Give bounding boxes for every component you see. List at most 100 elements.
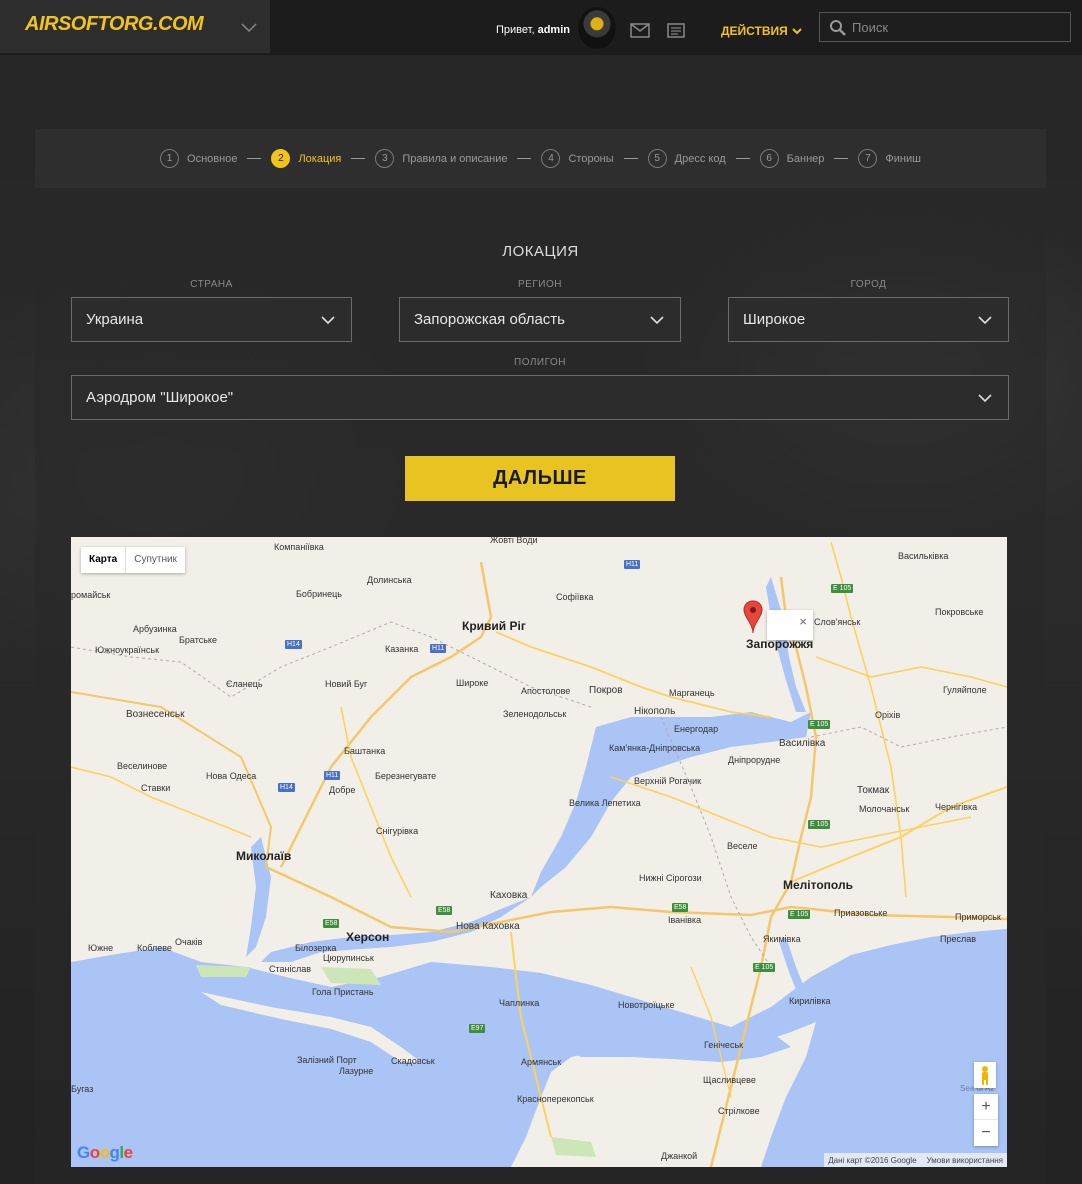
- map-label: Чаплинка: [499, 998, 540, 1008]
- map-infowindow[interactable]: ×: [767, 610, 813, 640]
- road-badge: H14: [278, 783, 295, 792]
- logo-area[interactable]: AIRSOFTORG.COM: [0, 0, 270, 53]
- step-label: Баннер: [786, 152, 825, 165]
- step-6[interactable]: 6 Баннер: [759, 149, 825, 168]
- map-label: Щасливцеве: [703, 1075, 756, 1085]
- map-label: Вознесенськ: [126, 709, 185, 720]
- map-label: Нова Одеса: [206, 771, 257, 781]
- map-label: Нова Каховка: [456, 921, 520, 932]
- polygon-select[interactable]: Аэродром "Широкое": [71, 375, 1009, 420]
- actions-menu[interactable]: ДЕЙСТВИЯ: [721, 24, 802, 38]
- map-label: Снігурівка: [376, 826, 419, 836]
- next-button[interactable]: ДАЛЬШЕ: [405, 456, 675, 501]
- step-5[interactable]: 5 Дресс код: [647, 149, 726, 168]
- terms-link[interactable]: Умови використання: [927, 1156, 1003, 1165]
- attribution-text: Дані карт ©2016 Google: [828, 1155, 917, 1165]
- map-label: Цюрупинськ: [323, 953, 374, 963]
- map-label: Коблеве: [137, 943, 172, 953]
- country-label: СТРАНА: [190, 279, 233, 290]
- zoom-in-button[interactable]: +: [974, 1094, 998, 1120]
- map-label: Нікополь: [634, 706, 676, 717]
- road-badge: E58: [323, 919, 340, 928]
- map-label: Гуляйполе: [943, 685, 987, 695]
- map-pin-icon[interactable]: [743, 600, 763, 634]
- username: admin: [537, 24, 570, 36]
- step-separator: [735, 158, 750, 159]
- map-label: Залізний Порт: [297, 1055, 357, 1065]
- city-label: ГОРОД: [850, 279, 887, 290]
- step-separator: [247, 158, 262, 159]
- city-value: Широкое: [743, 311, 806, 328]
- map-label: Василівка: [779, 738, 826, 749]
- site-logo[interactable]: AIRSOFTORG.COM: [25, 13, 204, 36]
- map-type-control[interactable]: Карта Супутник: [81, 547, 185, 573]
- road-badge: H11: [324, 771, 341, 780]
- avatar[interactable]: [578, 7, 616, 49]
- road-badge: H11: [430, 644, 447, 653]
- map-label: Компаніївка: [274, 542, 324, 552]
- map-label: Новий Буг: [325, 679, 368, 689]
- map-label: Марганець: [669, 688, 715, 698]
- map-label: Васильківка: [898, 551, 949, 561]
- map-label: Ставки: [141, 783, 171, 793]
- step-label: Основное: [187, 152, 238, 165]
- map-attribution: Дані карт ©2016 Google Умови використанн…: [824, 1153, 1007, 1167]
- step-number: 6: [759, 149, 779, 168]
- map-label: Дніпрорудне: [728, 755, 781, 765]
- chevron-down-icon: [650, 316, 664, 325]
- city-select[interactable]: Широкое: [728, 297, 1009, 342]
- map-label: Красноперекопськ: [517, 1094, 594, 1104]
- map-label: Братське: [179, 635, 217, 645]
- step-separator: [623, 158, 638, 159]
- map-type-map[interactable]: Карта: [81, 547, 127, 573]
- map-label: Широке: [456, 678, 489, 688]
- greeting-prefix: Привет,: [496, 24, 535, 36]
- search-input[interactable]: [852, 13, 1067, 41]
- street-view-pegman-icon[interactable]: [974, 1062, 996, 1088]
- map-label: Березнегувате: [375, 771, 437, 781]
- map-label: Стрілкове: [718, 1106, 760, 1116]
- step-label: Финиш: [885, 152, 921, 165]
- mail-icon[interactable]: [630, 23, 650, 38]
- map-label: Бугаз: [71, 1084, 94, 1094]
- step-number: 3: [375, 149, 395, 168]
- map-label: Кривий Ріг: [462, 619, 526, 633]
- step-4[interactable]: 4 Стороны: [541, 149, 614, 168]
- step-3[interactable]: 3 Правила и описание: [375, 149, 507, 168]
- map-label: Покровське: [935, 607, 984, 617]
- map-label: Баштанка: [344, 746, 386, 756]
- map-label: Херсон: [346, 930, 390, 944]
- map-label: Чернігівка: [935, 802, 978, 812]
- map-label: Якимівка: [763, 934, 801, 944]
- road-badge: H14: [285, 640, 302, 649]
- map-label: Армянськ: [521, 1057, 562, 1067]
- road-badge: E58: [672, 903, 689, 912]
- step-1[interactable]: 1 Основное: [160, 149, 237, 168]
- map-label: Веселинове: [117, 761, 168, 771]
- zoom-control[interactable]: + −: [974, 1094, 998, 1146]
- country-select[interactable]: Украина: [71, 297, 352, 342]
- map-canvas[interactable]: [71, 537, 1007, 1167]
- actions-label[interactable]: ДЕЙСТВИЯ: [721, 24, 788, 38]
- zoom-out-button[interactable]: −: [974, 1120, 998, 1146]
- close-icon[interactable]: ×: [799, 614, 807, 629]
- step-2[interactable]: 2 Локация: [271, 149, 341, 168]
- news-icon[interactable]: [667, 23, 685, 38]
- chevron-down-icon[interactable]: [240, 18, 258, 36]
- map-label: Бобринець: [296, 589, 342, 599]
- step-number: 5: [647, 149, 667, 168]
- region-value: Запорожская область: [414, 311, 565, 328]
- wizard-steps: 1 Основное 2 Локация 3 Правила и описани…: [35, 129, 1046, 188]
- map-label: Джанкой: [661, 1151, 698, 1161]
- region-select[interactable]: Запорожская область: [399, 297, 681, 342]
- region-label: РЕГИОН: [518, 279, 562, 290]
- step-7[interactable]: 7 Финиш: [858, 149, 921, 168]
- search-box[interactable]: [819, 12, 1071, 42]
- google-logo[interactable]: Google: [77, 1143, 133, 1163]
- map-type-satellite[interactable]: Супутник: [126, 547, 185, 573]
- road-badge: H11: [624, 560, 641, 569]
- map-label: Лазурне: [339, 1066, 374, 1076]
- step-label: Дресс код: [674, 152, 726, 165]
- map-label: Преслав: [940, 934, 977, 944]
- google-map[interactable]: Карта Супутник Жовті Води Компаніївка До…: [71, 537, 1007, 1167]
